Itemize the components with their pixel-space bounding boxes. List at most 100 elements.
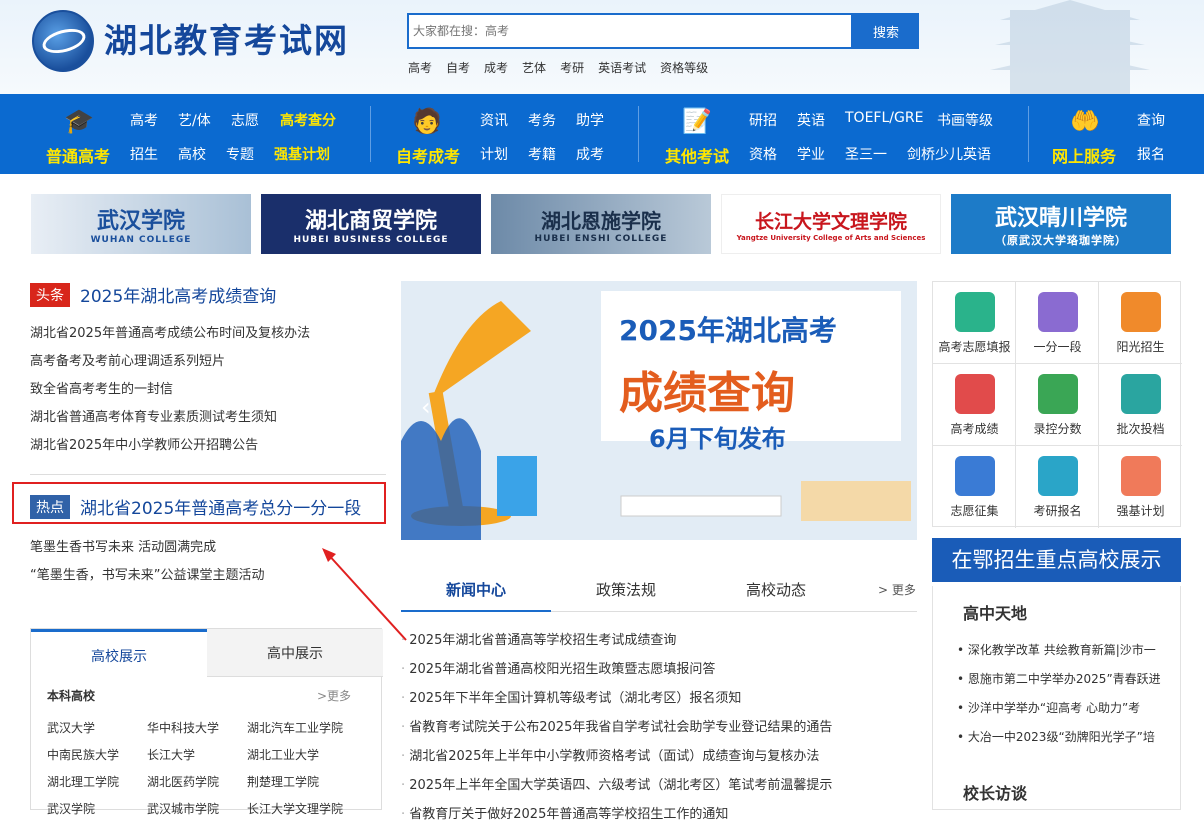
nav-link[interactable]: 学业 [797, 144, 825, 164]
nav-online-service[interactable]: 网上服务 [1052, 143, 1116, 167]
highschool-list: • 深化教学改革 共绘教育新篇|沙市一 • 恩施市第二中学举办2025”青春跃进… [957, 636, 1177, 752]
chevron-left-icon[interactable]: ‹ [421, 393, 431, 421]
banner-yangtze-arts[interactable]: 长江大学文理学院 Yangtze University College of Ar… [721, 194, 941, 254]
hot-link[interactable]: 考研 [560, 59, 584, 76]
school-link[interactable]: 华中科技大学 [147, 715, 247, 742]
nav-link[interactable]: 专题 [226, 144, 254, 164]
banner-hubei-enshi[interactable]: 湖北恩施学院 HUBEI ENSHI COLLEGE [491, 194, 711, 254]
nav-link[interactable]: 志愿 [231, 110, 259, 130]
list-item[interactable]: · 湖北省2025年上半年中小学教师资格考试（面试）成绩查询与复核办法 [401, 742, 917, 771]
carousel-banner[interactable]: 2025年湖北高考 成绩查询 6月下旬发布 ‹ › [401, 281, 917, 540]
nav-link-qiangji[interactable]: 强基计划 [274, 144, 330, 164]
site-title[interactable]: 湖北教育考试网 [104, 14, 349, 62]
service-volunteer-collect[interactable]: 志愿征集 [933, 446, 1016, 528]
school-link[interactable]: 湖北汽车工业学院 [247, 715, 343, 742]
nav-link[interactable]: 圣三一 [845, 144, 887, 164]
tab-news-center[interactable]: 新闻中心 [401, 572, 551, 612]
hot-link[interactable]: 英语考试 [598, 59, 646, 76]
list-item[interactable]: • 深化教学改革 共绘教育新篇|沙市一 [957, 636, 1177, 665]
nav-link[interactable]: 计划 [480, 144, 508, 164]
list-item[interactable]: · 2025年湖北省普通高校阳光招生政策暨志愿填报问答 [401, 655, 917, 684]
nav-link[interactable]: 成考 [576, 144, 604, 164]
nav-link[interactable]: 研招 [749, 110, 777, 130]
school-link[interactable]: 武汉大学 [47, 715, 147, 742]
nav-link[interactable]: 助学 [576, 110, 604, 130]
nav-link[interactable]: 招生 [130, 144, 158, 164]
banner-wuhan-college[interactable]: 武汉学院 WUHAN COLLEGE [31, 194, 251, 254]
list-item[interactable]: • 大冶一中2023级“劲牌阳光学子”培 [957, 723, 1177, 752]
nav-link[interactable]: 考务 [528, 110, 556, 130]
banner-wuhan-qingchuan[interactable]: 武汉晴川学院 （原武汉大学珞珈学院） [951, 194, 1171, 254]
tab-college-showcase[interactable]: 高校展示 [31, 629, 207, 677]
list-item[interactable]: “笔墨生香，书写未来”公益课堂主题活动 [30, 562, 264, 590]
list-item[interactable]: 湖北省2025年中小学教师公开招聘公告 [30, 432, 310, 460]
nav-link[interactable]: TOEFL/GRE [845, 110, 923, 126]
service-gaokao-score[interactable]: 高考成绩 [933, 364, 1016, 446]
services-grid: 高考志愿填报 一分一段 阳光招生 高考成绩 录控分数 批次投档 志愿征集 考研报… [932, 281, 1182, 528]
hot-link[interactable]: 资格等级 [660, 59, 708, 76]
service-batch[interactable]: 批次投档 [1099, 364, 1182, 446]
nav-link[interactable]: 资格 [749, 144, 777, 164]
list-item[interactable]: • 沙洋中学举办“迎高考 心助力”考 [957, 694, 1177, 723]
nav-divider [638, 106, 639, 162]
school-link[interactable]: 湖北工业大学 [247, 742, 319, 769]
school-link[interactable]: 长江大学 [147, 742, 247, 769]
nav-putong-gaokao[interactable]: 普通高考 [46, 143, 110, 167]
hot-link[interactable]: 成考 [484, 59, 508, 76]
service-sunshine[interactable]: 阳光招生 [1099, 282, 1182, 364]
school-link[interactable]: 湖北理工学院 [47, 769, 147, 796]
service-label: 批次投档 [1116, 422, 1165, 436]
nav-link[interactable]: 高校 [178, 144, 206, 164]
site-logo[interactable] [32, 10, 94, 72]
nav-zikao-chengkao[interactable]: 自考成考 [396, 143, 460, 167]
list-item[interactable]: · 2025年上半年全国大学英语四、六级考试（湖北考区）笔试考前温馨提示 [401, 771, 917, 800]
chevron-right-icon[interactable]: › [881, 393, 891, 421]
list-item[interactable]: 湖北省普通高考体育专业素质测试考生须知 [30, 404, 310, 432]
list-item[interactable]: · 省教育厅关于做好2025年普通高等学校招生工作的通知 [401, 800, 917, 829]
headline-title[interactable]: 2025年湖北高考成绩查询 [80, 282, 276, 307]
nav-link[interactable]: 书画等级 [937, 110, 993, 130]
hot-link[interactable]: 自考 [446, 59, 470, 76]
search-input[interactable] [407, 13, 853, 49]
school-link[interactable]: 荆楚理工学院 [247, 769, 319, 796]
nav-link[interactable]: 资讯 [480, 110, 508, 130]
hot-link[interactable]: 艺体 [522, 59, 546, 76]
list-item[interactable]: 致全省高考考生的一封信 [30, 376, 310, 404]
list-item[interactable]: · 2025年湖北省普通高等学校招生考试成绩查询 [401, 626, 917, 655]
service-volunteer-fill[interactable]: 高考志愿填报 [933, 282, 1016, 364]
list-item[interactable]: • 恩施市第二中学举办2025”青春跃进 [957, 665, 1177, 694]
school-link[interactable]: 湖北医药学院 [147, 769, 247, 796]
nav-link[interactable]: 查询 [1137, 110, 1165, 130]
nav-link[interactable]: 高考 [130, 110, 158, 130]
banner-hubei-business[interactable]: 湖北商贸学院 HUBEI BUSINESS COLLEGE [261, 194, 481, 254]
list-item[interactable]: · 2025年下半年全国计算机等级考试（湖北考区）报名须知 [401, 684, 917, 713]
more-link[interactable]: >更多 [317, 687, 351, 704]
nav-link[interactable]: 英语 [797, 110, 825, 130]
service-score-rank[interactable]: 一分一段 [1016, 282, 1099, 364]
nav-link[interactable]: 报名 [1137, 144, 1165, 164]
service-kaoyan[interactable]: 考研报名 [1016, 446, 1099, 528]
tab-college-news[interactable]: 高校动态 [701, 572, 851, 612]
nav-link[interactable]: 剑桥少儿英语 [907, 144, 991, 164]
tab-highschool-showcase[interactable]: 高中展示 [207, 629, 383, 677]
more-link[interactable]: > 更多 [878, 581, 916, 598]
nav-link-score-query[interactable]: 高考查分 [280, 110, 336, 130]
banner-title: 湖北商贸学院 [304, 208, 437, 234]
service-qiangji[interactable]: 强基计划 [1099, 446, 1182, 528]
list-item[interactable]: 高考备考及考前心理调适系列短片 [30, 348, 310, 376]
nav-link[interactable]: 考籍 [528, 144, 556, 164]
service-control-score[interactable]: 录控分数 [1016, 364, 1099, 446]
news-title: 2025年湖北省普通高等学校招生考试成绩查询 [409, 633, 677, 648]
list-item[interactable]: · 省教育考试院关于公布2025年我省自学考试社会助学专业登记结果的通告 [401, 713, 917, 742]
list-item[interactable]: 湖北省2025年普通高考成绩公布时间及复核办法 [30, 320, 310, 348]
service-label: 考研报名 [1033, 504, 1082, 518]
service-label: 高考成绩 [950, 422, 999, 436]
key-colleges-banner[interactable]: 在鄂招生重点高校展示 [932, 538, 1181, 582]
nav-link[interactable]: 艺/体 [178, 110, 211, 130]
search-button[interactable]: 搜索 [853, 13, 919, 49]
hot-link[interactable]: 高考 [408, 59, 432, 76]
school-link[interactable]: 中南民族大学 [47, 742, 147, 769]
list-item[interactable]: 笔墨生香书写未来 活动圆满完成 [30, 534, 264, 562]
tab-policy[interactable]: 政策法规 [551, 572, 701, 612]
nav-other-exams[interactable]: 其他考试 [665, 143, 729, 167]
